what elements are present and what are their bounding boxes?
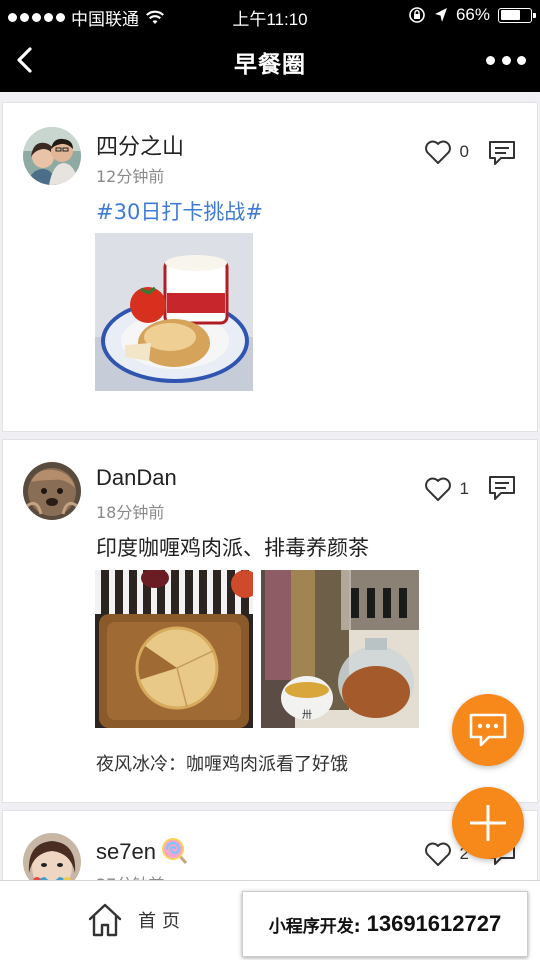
like-count: 1 (459, 479, 469, 498)
more-dot-icon (501, 55, 511, 65)
post-timestamp: 12分钟前 (96, 167, 165, 186)
post-text: 印度咖喱鸡肉派、排毒养颜茶 (96, 536, 369, 560)
app-screen: 中国联通 上午11:10 66% 早餐圈 四分之山 12分钟前 0 #30日打卡… (0, 0, 540, 960)
add-post-fab-button[interactable] (452, 787, 524, 859)
post-username[interactable]: DanDan (96, 465, 177, 491)
comment-author[interactable]: 夜风冰冷 (96, 754, 168, 775)
post-comment: 夜风冰冷：咖喱鸡肉派看了好饿 (96, 750, 348, 776)
promo-label: 小程序开发: (268, 916, 361, 937)
more-options-button[interactable] (486, 50, 526, 70)
avatar[interactable] (23, 127, 81, 185)
post-username-text: se7en (96, 839, 156, 864)
chat-fab-button[interactable] (452, 694, 524, 766)
battery-fill (500, 10, 520, 20)
post-timestamp: 37分钟前 (96, 871, 164, 880)
like-count: 0 (459, 142, 469, 161)
post-hashtag[interactable]: #30日打卡挑战# (96, 196, 263, 226)
post-feed[interactable]: 四分之山 12分钟前 0 #30日打卡挑战# DanDan 18分钟前 1 印度… (0, 92, 540, 880)
heart-icon (424, 842, 451, 866)
comment-icon[interactable] (487, 139, 517, 167)
orientation-lock-icon (409, 7, 425, 23)
heart-icon (424, 477, 451, 501)
lollipop-emoji-icon (162, 838, 188, 865)
developer-contact-banner: 小程序开发: 13691612727 (242, 891, 528, 957)
avatar-dog-image (23, 462, 81, 520)
svg-text:卅: 卅 (302, 709, 312, 721)
home-icon (88, 903, 122, 937)
avatar[interactable] (23, 833, 81, 880)
comment-icon[interactable] (487, 474, 517, 502)
page-title: 早餐圈 (234, 52, 306, 78)
battery-percent: 66% (455, 5, 490, 24)
post-timestamp: 18分钟前 (96, 503, 165, 522)
promo-phone: 13691612727 (366, 911, 502, 936)
heart-icon (424, 140, 451, 164)
post-username[interactable]: 四分之山 (96, 129, 184, 161)
avatar-portrait-image (23, 833, 81, 880)
comment-text: 咖喱鸡肉派看了好饿 (186, 754, 348, 775)
tab-home[interactable]: 首页 (86, 901, 186, 939)
like-button[interactable]: 0 (424, 139, 469, 165)
more-dot-icon (517, 55, 526, 65)
post-photo-tea[interactable]: 卅 (261, 570, 419, 728)
avatar[interactable] (23, 462, 81, 520)
location-arrow-icon (434, 8, 447, 22)
like-button[interactable]: 1 (424, 476, 469, 502)
battery-icon (498, 7, 536, 23)
more-dot-icon (486, 55, 495, 65)
plus-icon (470, 805, 506, 841)
chat-bubble-icon (469, 713, 507, 747)
comment-separator: ： (168, 754, 186, 775)
post-card: 四分之山 12分钟前 0 #30日打卡挑战# (2, 102, 538, 432)
navigation-bar: 早餐圈 (0, 30, 540, 92)
post-photo-curry-pie[interactable] (95, 570, 253, 728)
status-bar: 中国联通 上午11:10 66% (0, 0, 540, 30)
post-photo-breakfast[interactable] (95, 233, 253, 391)
post-username[interactable]: se7en (96, 838, 188, 865)
tab-home-label: 首页 (138, 911, 186, 932)
avatar-couple-image (23, 127, 81, 185)
status-right: 66% (408, 5, 536, 25)
